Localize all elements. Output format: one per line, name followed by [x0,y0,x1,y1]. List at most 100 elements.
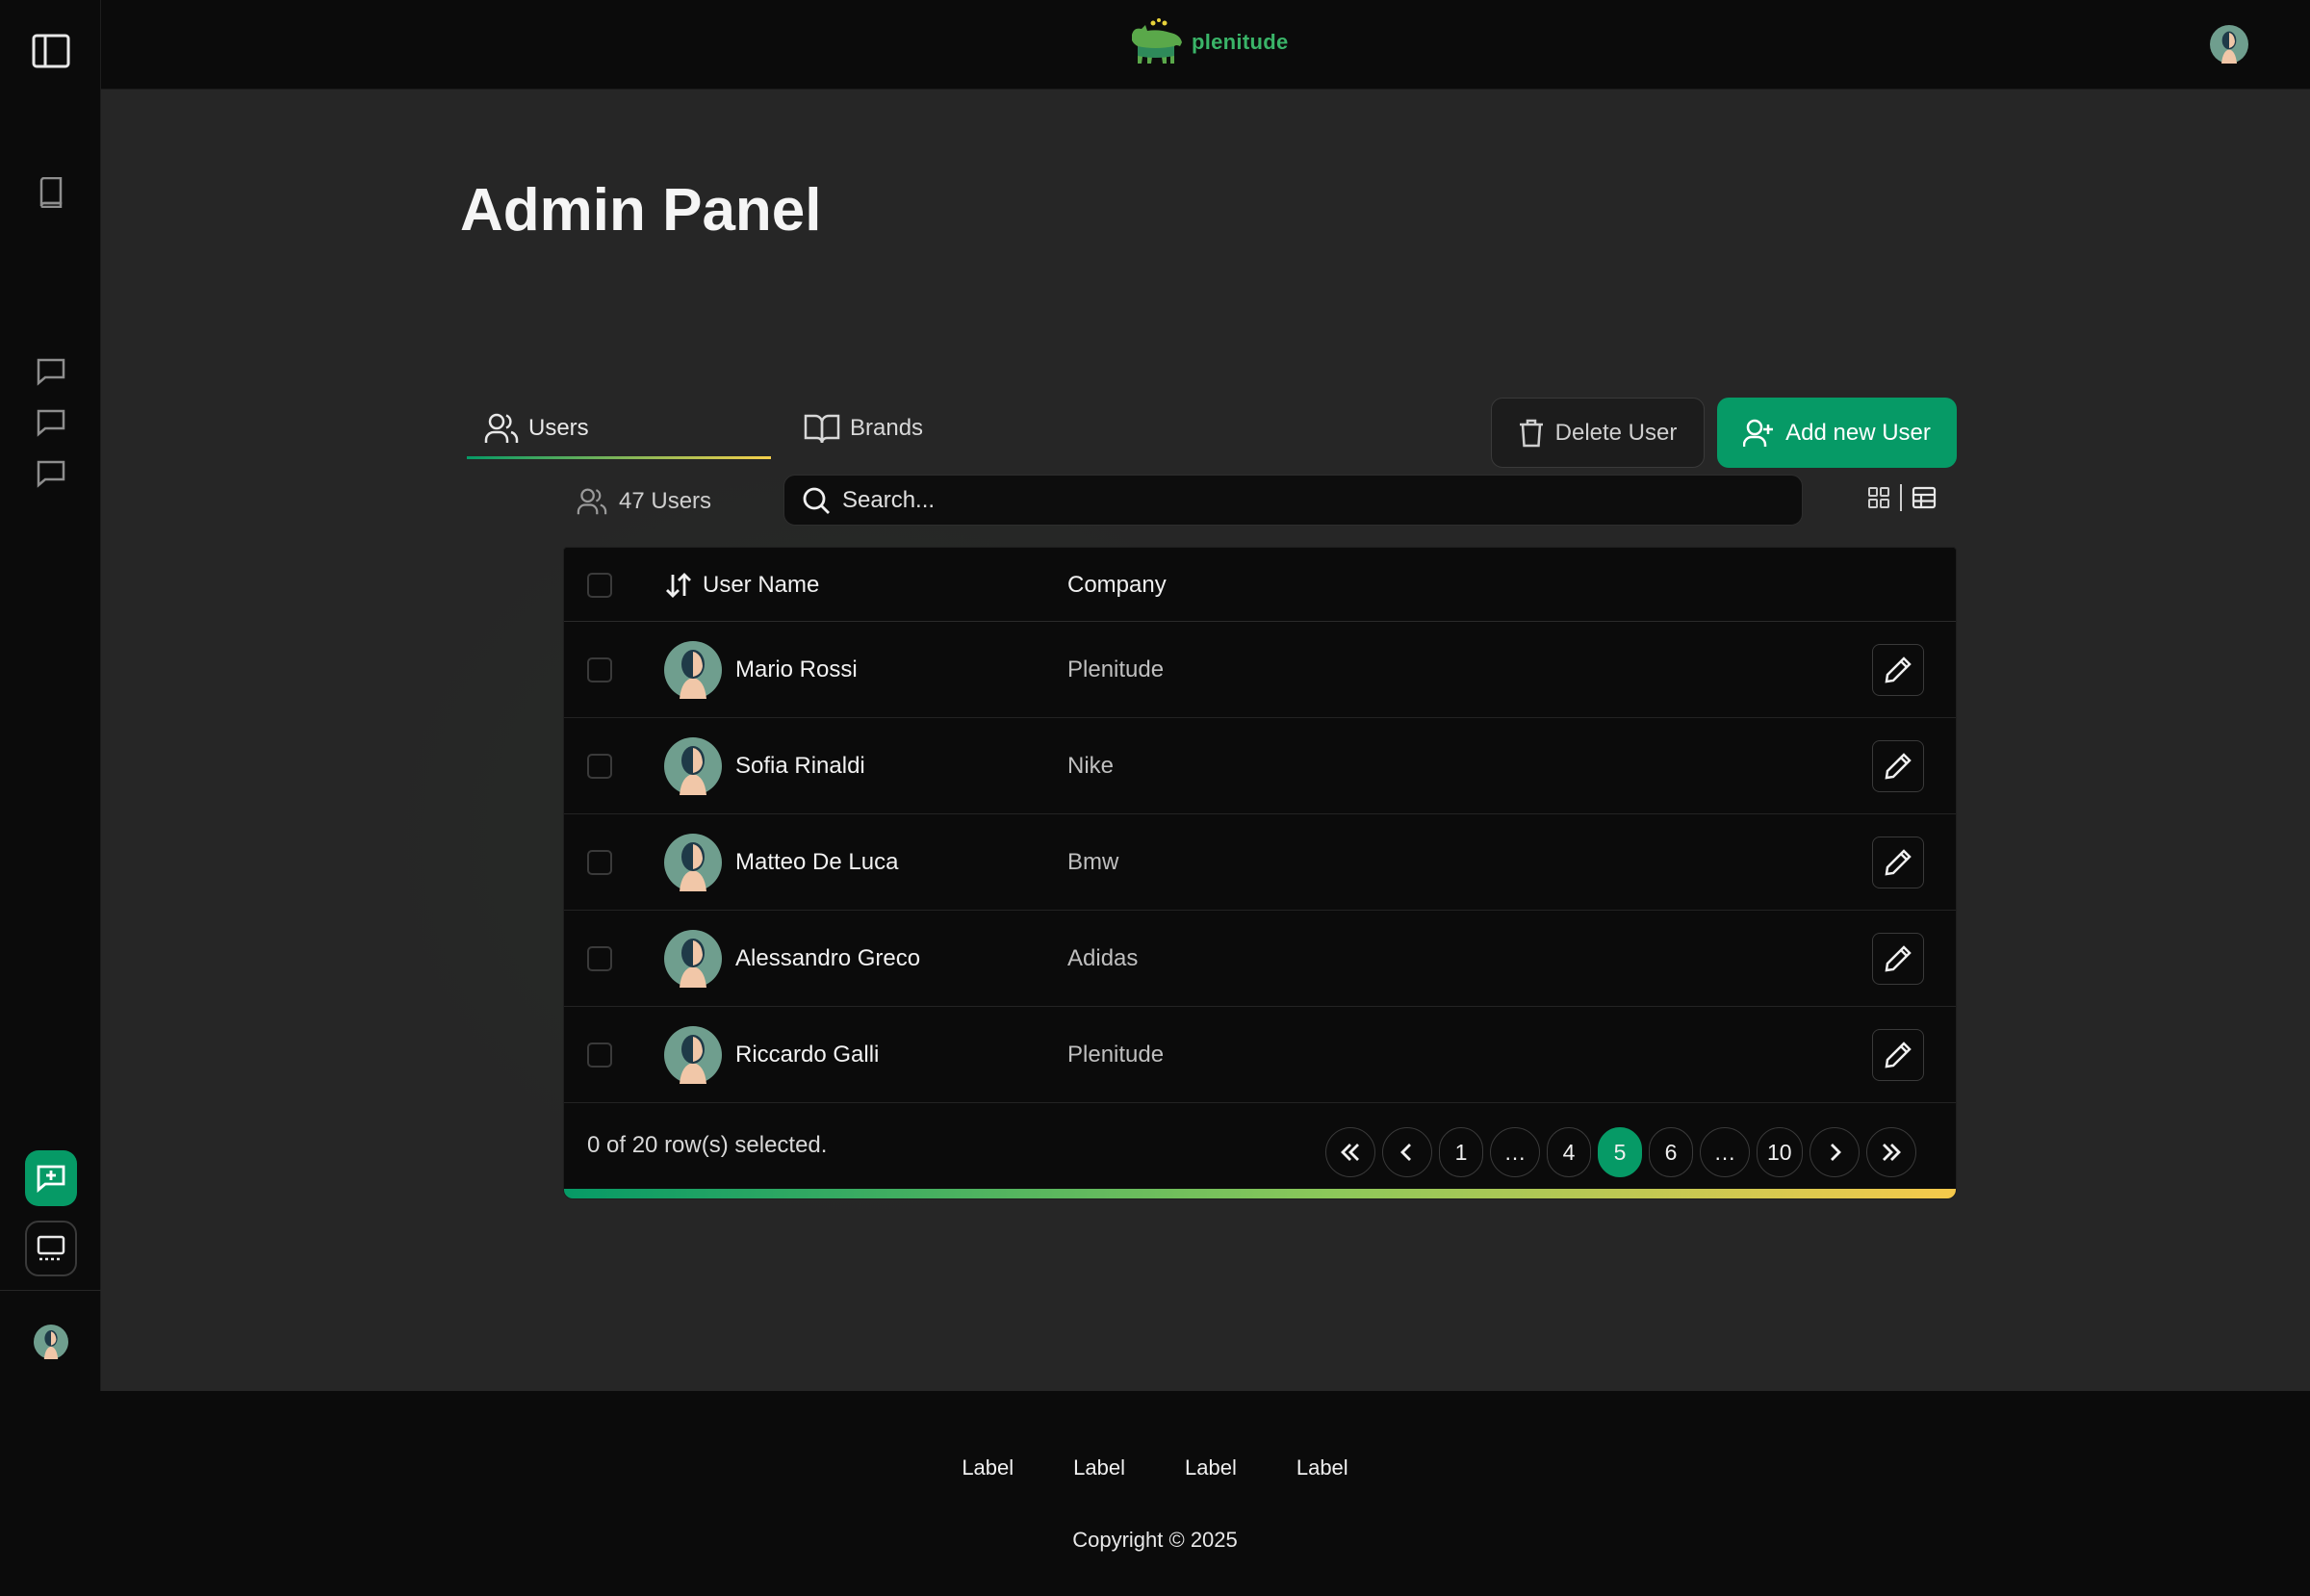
chat-history-item[interactable] [26,449,76,499]
chat-icon [37,409,65,437]
avatar [664,834,722,891]
next-page-button[interactable] [1809,1127,1860,1177]
column-header-company: Company [1067,548,1167,622]
six-legged-dog-logo-icon [1132,18,1182,64]
avatar [664,930,722,988]
table-row: Alessandro Greco Adidas [564,911,1956,1007]
tab-bar: Users Brands [467,396,1073,461]
main-content: Admin Panel Users Brands Delete User Add… [101,90,2310,1391]
edit-button[interactable] [1872,933,1924,985]
footer-link[interactable]: Label [1296,1455,1348,1480]
users-table: User Name Company Mario Rossi Plenitude [563,547,1957,1199]
pagination: 1 … 4 5 6 … 10 [1325,1127,1916,1177]
row-checkbox[interactable] [587,657,612,682]
search-input[interactable] [842,486,1708,514]
edit-button[interactable] [1872,740,1924,792]
tab-users[interactable]: Users [467,396,771,461]
search-bar[interactable] [783,475,1803,526]
add-user-label: Add new User [1785,419,1931,446]
view-toggle [1867,484,1937,511]
user-count-label: 47 Users [619,488,712,514]
page-button[interactable]: 6 [1649,1127,1693,1177]
copyright: Copyright © 2025 [1072,1528,1238,1552]
user-avatar[interactable] [2210,25,2248,64]
page-button[interactable]: 10 [1757,1127,1803,1177]
chat-icon [37,358,65,386]
last-page-button[interactable] [1865,1127,1916,1177]
current-page-button[interactable]: 5 [1598,1127,1642,1177]
sidebar [0,0,101,1391]
page-ellipsis[interactable]: … [1490,1127,1540,1177]
sidebar-toggle-button[interactable] [26,26,76,76]
page-title: Admin Panel [460,177,822,244]
user-name: Matteo De Luca [735,849,899,875]
brand-logo[interactable]: plenitude [1126,17,1288,67]
table-accent-bar [564,1189,1956,1198]
pencil-icon [1885,753,1912,780]
users-icon [484,413,519,443]
table-header: User Name Company [564,548,1956,622]
company-name: Bmw [1067,849,1119,875]
tab-users-label: Users [528,415,589,441]
pencil-icon [1885,1042,1912,1068]
footer-links: Label Label Label Label [0,1455,2310,1480]
top-bar: plenitude [101,0,2310,90]
add-user-icon [1743,419,1774,447]
table-view-icon[interactable] [1912,486,1937,509]
selection-status: 0 of 20 row(s) selected. [587,1132,828,1158]
footer: Label Label Label Label Copyright © 2025 [0,1391,2310,1596]
table-row: Matteo De Luca Bmw [564,814,1956,911]
chat-icon [37,460,65,488]
page-button[interactable]: 4 [1547,1127,1591,1177]
search-icon [803,487,830,514]
company-name: Plenitude [1067,656,1165,682]
edit-button[interactable] [1872,644,1924,696]
user-name: Sofia Rinaldi [735,753,865,779]
first-page-button[interactable] [1325,1127,1375,1177]
page-ellipsis[interactable]: … [1700,1127,1750,1177]
table-footer: 0 of 20 row(s) selected. 1 … 4 5 6 … 10 [564,1103,1956,1198]
footer-link[interactable]: Label [962,1455,1014,1480]
library-button[interactable] [26,167,76,218]
column-label: User Name [703,571,820,598]
page-button[interactable]: 1 [1439,1127,1483,1177]
book-icon [39,177,63,208]
user-name: Riccardo Galli [735,1042,880,1068]
view-toggle-divider [1900,484,1902,511]
chat-history-item[interactable] [26,347,76,397]
tab-brands[interactable]: Brands [804,396,996,461]
avatar [664,641,722,699]
edit-button[interactable] [1872,1029,1924,1081]
company-name: Plenitude [1067,1042,1165,1068]
row-checkbox[interactable] [587,754,612,779]
chat-history-item[interactable] [26,398,76,448]
row-checkbox[interactable] [587,946,612,971]
user-name: Mario Rossi [735,656,858,682]
add-user-button[interactable]: Add new User [1717,398,1957,468]
pencil-icon [1885,656,1912,683]
row-checkbox[interactable] [587,850,612,875]
company-name: Nike [1067,753,1115,779]
chevrons-left-icon [1341,1144,1359,1161]
table-row: Mario Rossi Plenitude [564,622,1956,718]
chevron-left-icon [1400,1144,1411,1161]
display-button[interactable] [25,1221,77,1276]
row-checkbox[interactable] [587,1043,612,1068]
user-name: Alessandro Greco [735,945,921,971]
avatar[interactable] [34,1325,68,1359]
table-row: Riccardo Galli Plenitude [564,1007,1956,1103]
delete-user-label: Delete User [1554,419,1678,446]
table-row: Sofia Rinaldi Nike [564,718,1956,814]
grid-view-icon[interactable] [1867,486,1890,509]
footer-link[interactable]: Label [1185,1455,1237,1480]
previous-page-button[interactable] [1382,1127,1432,1177]
trash-icon [1519,419,1543,447]
delete-user-button[interactable]: Delete User [1491,398,1705,468]
monitor-icon [37,1235,65,1261]
edit-button[interactable] [1872,837,1924,888]
new-chat-icon [37,1165,65,1193]
column-header-username[interactable]: User Name [664,548,819,622]
select-all-checkbox[interactable] [587,572,612,598]
new-chat-button[interactable] [25,1150,77,1206]
footer-link[interactable]: Label [1073,1455,1125,1480]
